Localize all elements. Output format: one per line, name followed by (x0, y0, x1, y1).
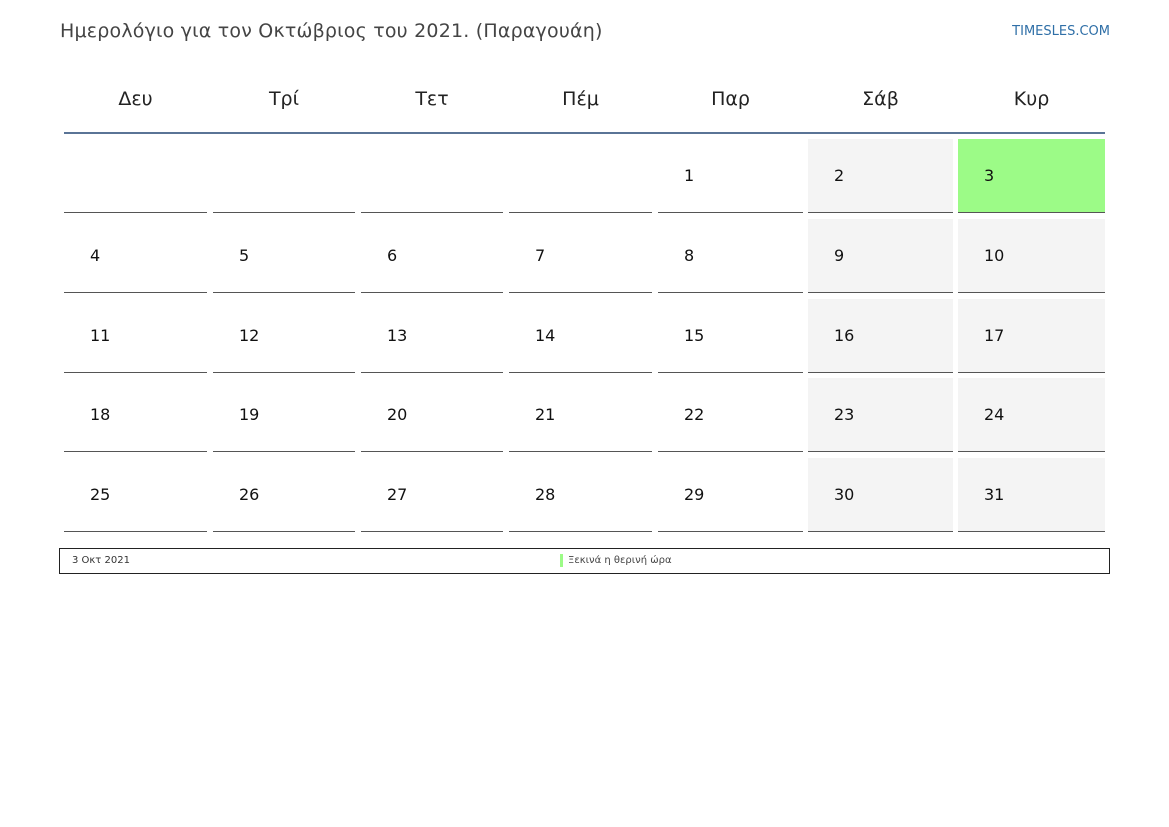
page-title: Ημερολόγιο για τον Οκτώβριος του 2021. (… (60, 20, 603, 42)
legend-date: 3 Οκτ 2021 (72, 555, 130, 566)
day-number: 25 (90, 485, 111, 504)
day-number: 26 (239, 485, 260, 504)
day-cell[interactable]: 12 (213, 299, 355, 373)
weekday-header-1: Τρί (268, 88, 300, 110)
day-number: 18 (90, 405, 111, 424)
day-number: 10 (984, 246, 1005, 265)
day-number: 27 (387, 485, 408, 504)
day-number: 5 (239, 246, 250, 265)
day-cell[interactable]: 31 (958, 458, 1105, 532)
legend-color-marker (560, 554, 563, 567)
day-number: 3 (984, 166, 995, 185)
day-cell[interactable]: 17 (958, 299, 1105, 373)
day-number: 12 (239, 326, 260, 345)
day-cell[interactable]: 22 (658, 378, 803, 452)
day-number: 1 (684, 166, 695, 185)
brand-link[interactable]: TIMESLES.COM (1012, 24, 1110, 39)
day-number: 8 (684, 246, 695, 265)
day-cell[interactable]: 13 (361, 299, 503, 373)
day-cell (64, 139, 207, 213)
day-cell[interactable]: 4 (64, 219, 207, 293)
day-cell[interactable]: 9 (808, 219, 953, 293)
day-number: 14 (535, 326, 556, 345)
day-cell (509, 139, 652, 213)
legend-box: 3 Οκτ 2021 Ξεκινά η θερινή ώρα (59, 548, 1110, 574)
day-cell[interactable]: 11 (64, 299, 207, 373)
weekday-header: Δευ Τρί Τετ Πέμ Παρ Σάβ Κυρ (64, 76, 1105, 134)
day-number: 4 (90, 246, 101, 265)
day-number: 22 (684, 405, 705, 424)
day-number: 11 (90, 326, 111, 345)
day-number: 28 (535, 485, 556, 504)
day-cell[interactable]: 6 (361, 219, 503, 293)
day-number: 16 (834, 326, 855, 345)
day-cell (361, 139, 503, 213)
day-cell[interactable]: 10 (958, 219, 1105, 293)
day-number: 6 (387, 246, 398, 265)
day-cell[interactable]: 3 (958, 139, 1105, 213)
day-cell[interactable]: 30 (808, 458, 953, 532)
weekday-header-0: Δευ (118, 88, 153, 110)
day-cell[interactable]: 5 (213, 219, 355, 293)
day-number: 13 (387, 326, 408, 345)
day-cell[interactable]: 24 (958, 378, 1105, 452)
day-cell[interactable]: 19 (213, 378, 355, 452)
day-cell[interactable]: 25 (64, 458, 207, 532)
day-number: 7 (535, 246, 546, 265)
day-cell[interactable]: 27 (361, 458, 503, 532)
day-number: 9 (834, 246, 845, 265)
day-number: 30 (834, 485, 855, 504)
day-cell[interactable]: 8 (658, 219, 803, 293)
weekday-header-6: Κυρ (1013, 88, 1050, 110)
legend-event: Ξεκινά η θερινή ώρα (568, 555, 672, 566)
day-number: 19 (239, 405, 260, 424)
day-number: 17 (984, 326, 1005, 345)
day-number: 20 (387, 405, 408, 424)
day-number: 23 (834, 405, 855, 424)
weekday-header-5: Σάβ (862, 88, 899, 110)
day-cell[interactable]: 21 (509, 378, 652, 452)
day-cell[interactable]: 20 (361, 378, 503, 452)
day-cell[interactable]: 16 (808, 299, 953, 373)
day-cell[interactable]: 15 (658, 299, 803, 373)
day-cell[interactable]: 1 (658, 139, 803, 213)
day-cell[interactable]: 26 (213, 458, 355, 532)
day-number: 31 (984, 485, 1005, 504)
day-cell[interactable]: 23 (808, 378, 953, 452)
weekday-header-4: Παρ (711, 88, 750, 110)
day-cell[interactable]: 28 (509, 458, 652, 532)
day-cell[interactable]: 7 (509, 219, 652, 293)
day-cell[interactable]: 2 (808, 139, 953, 213)
day-number: 24 (984, 405, 1005, 424)
day-cell[interactable]: 18 (64, 378, 207, 452)
day-cell[interactable]: 29 (658, 458, 803, 532)
weekday-header-3: Πέμ (562, 88, 599, 110)
weekday-header-2: Τετ (415, 88, 449, 110)
day-number: 21 (535, 405, 556, 424)
day-number: 2 (834, 166, 845, 185)
day-number: 15 (684, 326, 705, 345)
day-number: 29 (684, 485, 705, 504)
day-cell[interactable]: 14 (509, 299, 652, 373)
day-cell (213, 139, 355, 213)
